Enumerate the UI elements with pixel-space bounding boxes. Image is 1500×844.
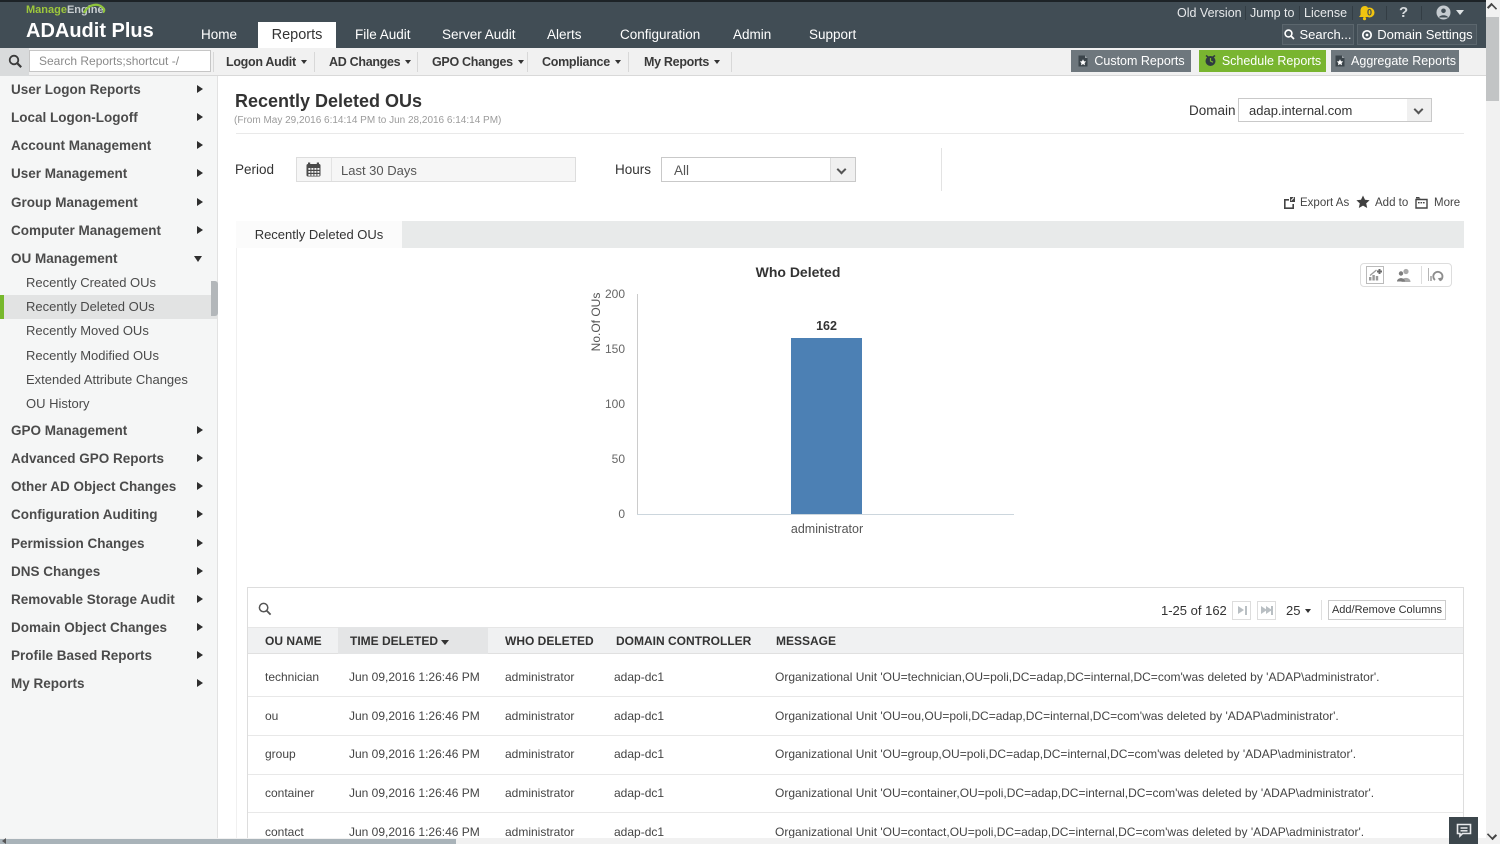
svg-text:0: 0 [1367, 8, 1372, 18]
